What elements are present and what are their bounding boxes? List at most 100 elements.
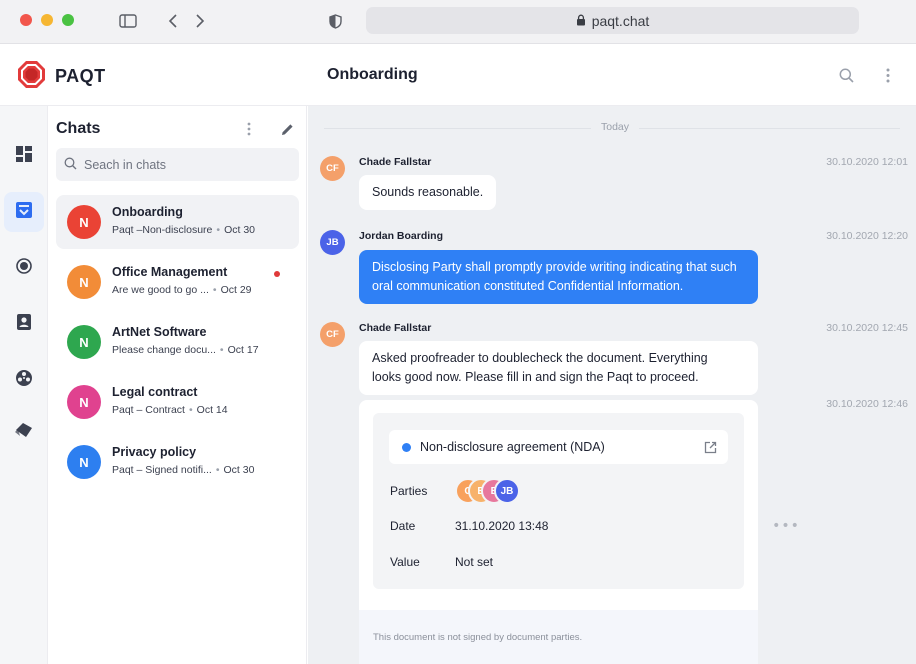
- inbox-icon: [15, 201, 33, 223]
- chat-search-input[interactable]: [84, 157, 284, 172]
- logo[interactable]: PAQT: [16, 59, 106, 94]
- message-time: 30.10.2020 12:45: [826, 322, 908, 334]
- document-details: Non-disclosure agreement (NDA) Parties C…: [373, 413, 744, 589]
- message-time: 30.10.2020 12:20: [826, 230, 908, 242]
- rail-item-target[interactable]: [4, 248, 44, 288]
- lock-icon: [576, 13, 586, 29]
- value-value: Not set: [455, 555, 494, 569]
- chat-name: Onboarding: [112, 205, 183, 219]
- app-header: PAQT Onboarding: [0, 44, 916, 106]
- search-icon: [64, 155, 77, 174]
- rail-item-documents[interactable]: [4, 412, 44, 452]
- reel-icon: [15, 369, 33, 391]
- document-status-dot: [402, 442, 411, 452]
- chat-item-privacy-policy[interactable]: N Privacy policy Paqt – Signed notifi...…: [56, 435, 299, 489]
- window-zoom-button[interactable]: [62, 14, 74, 26]
- dashboard-icon: [15, 145, 33, 167]
- avatar: N: [67, 325, 101, 359]
- chat-preview-line: Paqt – Contract • Oct 14: [112, 404, 228, 416]
- documents-icon: [14, 421, 34, 443]
- conversation-title: Onboarding: [327, 66, 418, 83]
- chat-name: Privacy policy: [112, 445, 197, 459]
- chats-title: Chats: [56, 120, 101, 137]
- contacts-icon: [16, 313, 32, 335]
- chat-preview: Paqt –Non-disclosure: [112, 224, 213, 236]
- message-time: 30.10.2020 12:01: [826, 156, 908, 168]
- chat-date: Oct 30: [224, 224, 256, 236]
- message-time: 30.10.2020 12:46: [826, 398, 908, 410]
- conversation-pane: Today CF Chade Fallstar 30.10.2020 12:01…: [308, 106, 916, 664]
- target-icon: [15, 257, 33, 279]
- chat-preview: Paqt – Signed notifi...: [112, 464, 212, 476]
- chat-preview: Are we good to go ...: [112, 284, 209, 296]
- window-minimize-button[interactable]: [41, 14, 53, 26]
- chat-preview-line: Paqt –Non-disclosure • Oct 30: [112, 224, 256, 236]
- chat-preview-line: Please change docu... • Oct 17: [112, 344, 259, 356]
- avatar: N: [67, 385, 101, 419]
- chat-date: Oct 14: [196, 404, 228, 416]
- chat-name: ArtNet Software: [112, 325, 207, 339]
- chat-preview-line: Are we good to go ... • Oct 29: [112, 284, 252, 296]
- message-bubble: Disclosing Party shall promptly provide …: [359, 250, 758, 304]
- avatar: CF: [320, 156, 345, 181]
- rail-item-reel[interactable]: [4, 360, 44, 400]
- chat-search[interactable]: [56, 148, 299, 181]
- message-sender: Jordan Boarding: [359, 230, 444, 242]
- value-label: Value: [390, 555, 420, 569]
- more-vertical-icon[interactable]: [877, 64, 899, 86]
- message-sender: Chade Fallstar: [359, 322, 432, 334]
- unread-indicator: [274, 271, 280, 277]
- window-close-button[interactable]: [20, 14, 32, 26]
- chat-item-onboarding[interactable]: N Onboarding Paqt –Non-disclosure • Oct 30: [56, 195, 299, 249]
- chat-item-legal-contract[interactable]: N Legal contract Paqt – Contract • Oct 14: [56, 375, 299, 429]
- avatar: N: [67, 265, 101, 299]
- chat-preview: Paqt – Contract: [112, 404, 185, 416]
- avatar: N: [67, 445, 101, 479]
- search-icon[interactable]: [835, 64, 857, 86]
- chevron-right-icon[interactable]: [190, 10, 210, 32]
- address-bar[interactable]: paqt.chat: [366, 7, 859, 34]
- message-line: Disclosing Party shall promptly provide …: [372, 260, 737, 274]
- message-sender: Chade Fallstar: [359, 156, 432, 168]
- chat-date: Oct 30: [223, 464, 255, 476]
- url-text: paqt.chat: [591, 12, 650, 29]
- sidebar-icon[interactable]: [117, 10, 139, 32]
- rail-item-dashboard[interactable]: [4, 136, 44, 176]
- chat-name: Office Management: [112, 265, 228, 279]
- day-label: Today: [591, 121, 640, 133]
- chat-date: Oct 17: [227, 344, 259, 356]
- chat-preview: Please change docu...: [112, 344, 216, 356]
- date-value: 31.10.2020 13:48: [455, 519, 549, 533]
- edit-icon[interactable]: [278, 119, 296, 139]
- date-label: Date: [390, 519, 416, 533]
- chat-preview-line: Paqt – Signed notifi... • Oct 30: [112, 464, 255, 476]
- brand-name: PAQT: [55, 66, 106, 86]
- chat-name: Legal contract: [112, 385, 198, 399]
- document-title: Non-disclosure agreement (NDA): [420, 440, 605, 454]
- document-title-row[interactable]: Non-disclosure agreement (NDA): [389, 430, 728, 464]
- more-horizontal-icon[interactable]: •••: [772, 518, 799, 534]
- chevron-left-icon[interactable]: [163, 10, 183, 32]
- more-vertical-icon[interactable]: [240, 119, 258, 139]
- rail-item-contacts[interactable]: [4, 304, 44, 344]
- parties-label: Parties: [390, 484, 428, 498]
- paqt-logo-icon: [16, 59, 47, 94]
- document-card: Non-disclosure agreement (NDA) Parties C…: [359, 400, 758, 664]
- avatar: JB: [320, 230, 345, 255]
- message-line: oral communication constituted Confident…: [372, 279, 684, 293]
- rail-item-inbox[interactable]: [4, 192, 44, 232]
- chat-item-office-management[interactable]: N Office Management Are we good to go ..…: [56, 255, 299, 309]
- chat-item-artnet-software[interactable]: N ArtNet Software Please change docu... •…: [56, 315, 299, 369]
- avatar: CF: [320, 322, 345, 347]
- message-bubble: Asked proofreader to doublecheck the doc…: [359, 341, 758, 395]
- shield-icon[interactable]: [326, 10, 344, 32]
- nav-rail: [0, 106, 48, 664]
- avatar: JB: [494, 478, 520, 504]
- message-line: Asked proofreader to doublecheck the doc…: [372, 351, 708, 365]
- avatar: N: [67, 205, 101, 239]
- chat-list: N Onboarding Paqt –Non-disclosure • Oct 30…: [56, 195, 299, 495]
- message-line: looks good now. Please fill in and sign …: [372, 370, 699, 384]
- external-link-icon[interactable]: [702, 439, 718, 455]
- document-footer: This document is not signed by document …: [359, 610, 758, 664]
- chats-panel: Chats N Onboarding Paqt –Non-disclosure•…: [48, 106, 307, 664]
